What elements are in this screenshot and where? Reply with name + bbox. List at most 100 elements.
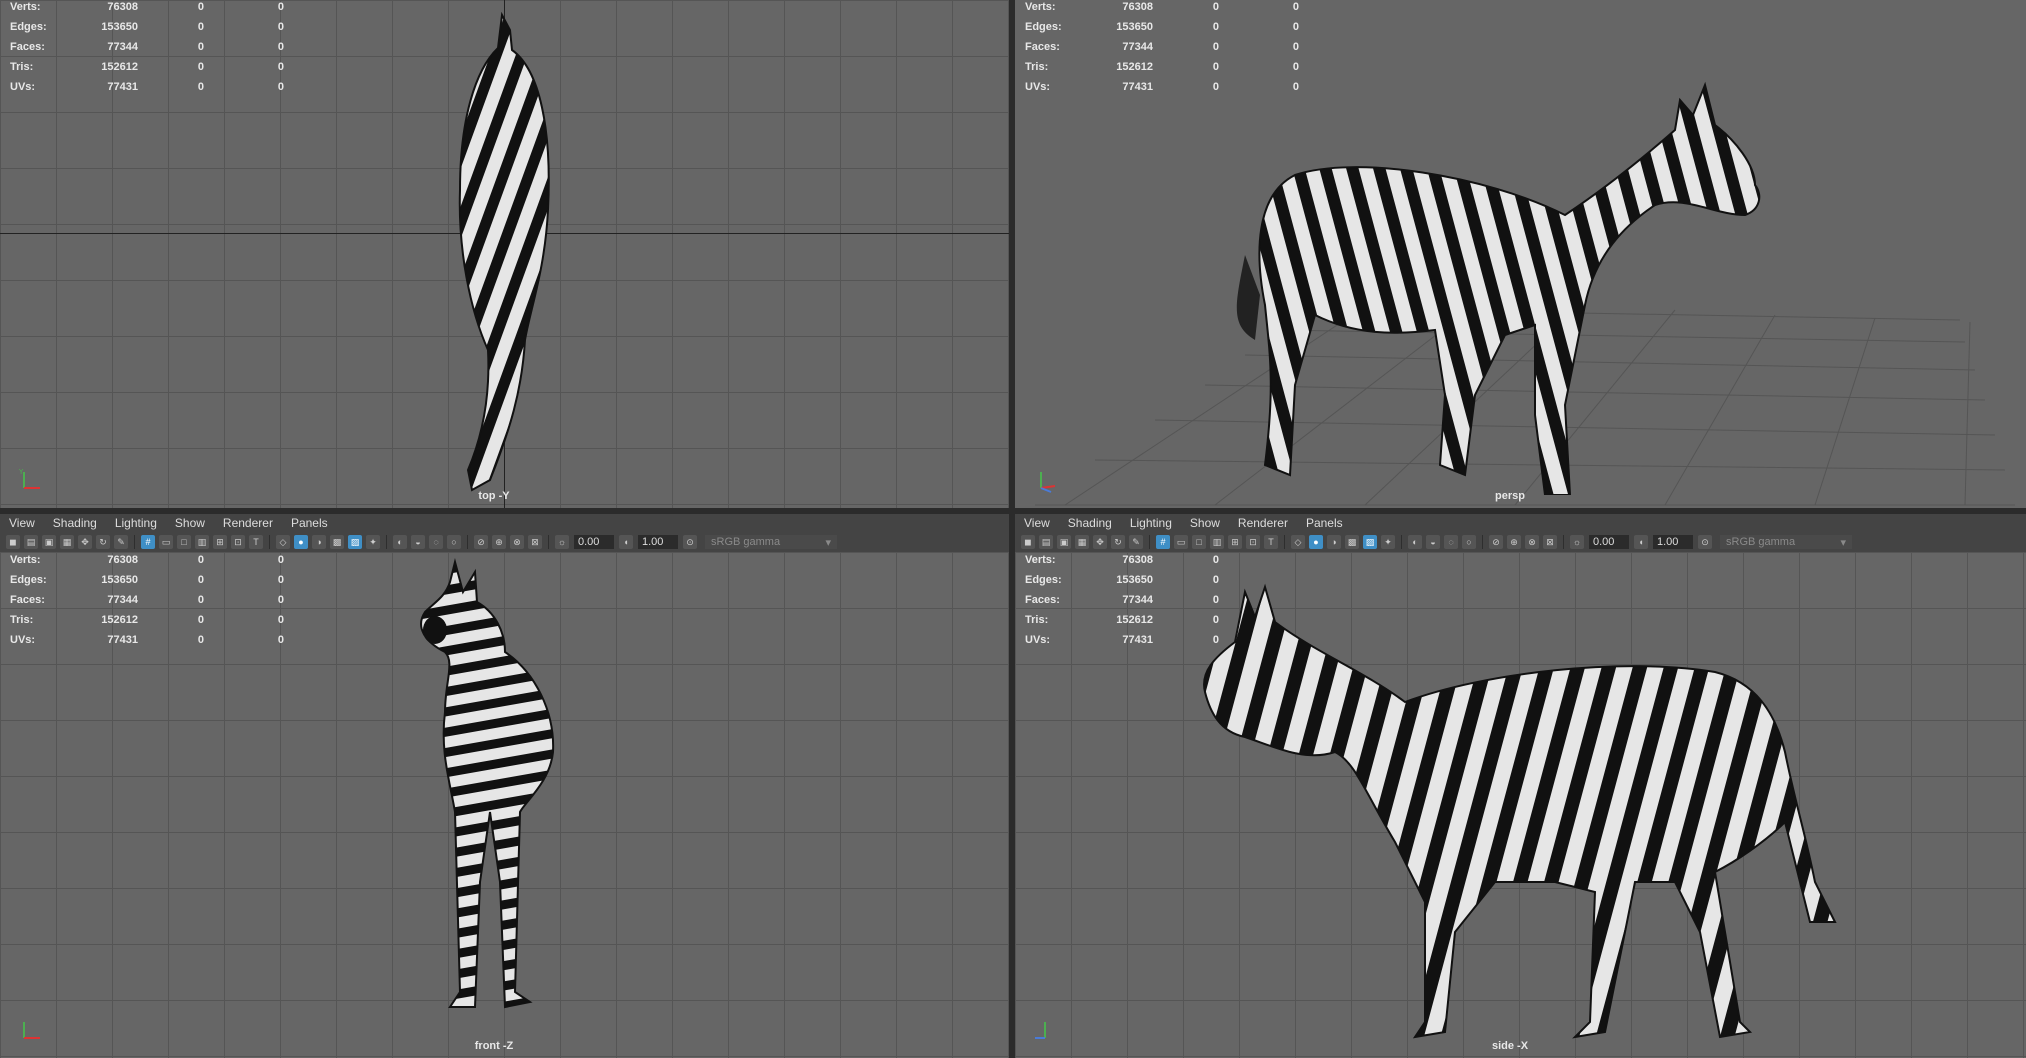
viewport-top[interactable]: Verts: 76308 0 0 Edges: 153650 0 0 Faces: 77344… <box>0 0 1009 508</box>
pan-icon[interactable]: ✥ <box>1093 535 1107 549</box>
hud-value: 0 <box>277 1 284 13</box>
color-management-icon[interactable]: ⊙ <box>683 535 697 549</box>
hud-label: UVs: <box>1025 81 1051 93</box>
wireframe-on-shaded-icon[interactable]: ◑ <box>1327 535 1341 549</box>
menu-shading[interactable]: Shading <box>44 516 106 530</box>
color-space-dropdown[interactable]: sRGB gamma ▾ <box>705 535 837 549</box>
light-icon[interactable]: ✦ <box>366 535 380 549</box>
gate-mask-icon[interactable]: ▥ <box>195 535 209 549</box>
zebra-model-top[interactable] <box>430 10 580 500</box>
hud-value: 77344 <box>1122 594 1153 606</box>
menu-lighting[interactable]: Lighting <box>106 516 166 530</box>
safe-title-icon[interactable]: T <box>1264 535 1278 549</box>
motion-blur-icon[interactable]: ◌ <box>429 535 443 549</box>
menu-panels[interactable]: Panels <box>1297 516 1352 530</box>
grid-icon[interactable]: # <box>1156 535 1170 549</box>
menu-show[interactable]: Show <box>166 516 214 530</box>
menu-panels[interactable]: Panels <box>282 516 337 530</box>
xray-icon[interactable]: ▨ <box>1363 535 1377 549</box>
pencil-icon[interactable]: ✎ <box>1129 535 1143 549</box>
menu-show[interactable]: Show <box>1181 516 1229 530</box>
hud-value: 77431 <box>107 81 138 93</box>
smooth-shade-icon[interactable]: ● <box>294 535 308 549</box>
exposure-field[interactable]: 0.00 <box>1589 535 1629 549</box>
color-management-icon[interactable]: ⊙ <box>1698 535 1712 549</box>
backface-icon[interactable]: ⊠ <box>1543 535 1557 549</box>
image-plane-icon[interactable]: ▦ <box>60 535 74 549</box>
menu-view[interactable]: View <box>0 516 44 530</box>
backface-icon[interactable]: ⊠ <box>528 535 542 549</box>
gamma-field[interactable]: 1.00 <box>638 535 678 549</box>
xray-joints-icon[interactable]: ⊕ <box>1507 535 1521 549</box>
camera-icon[interactable]: ◼ <box>1021 535 1035 549</box>
camera-attr-icon[interactable]: ▤ <box>1039 535 1053 549</box>
safe-action-icon[interactable]: ⊡ <box>1246 535 1260 549</box>
menu-lighting[interactable]: Lighting <box>1121 516 1181 530</box>
panel-divider-vertical[interactable] <box>1009 0 1015 1058</box>
toolbar-separator <box>134 535 135 549</box>
hud-label: Edges: <box>1025 574 1062 586</box>
xray-joints-icon[interactable]: ⊕ <box>492 535 506 549</box>
xray-components-icon[interactable]: ⊗ <box>510 535 524 549</box>
exposure-icon[interactable]: ☼ <box>1570 535 1584 549</box>
antialias-icon[interactable]: ○ <box>447 535 461 549</box>
isolate-icon[interactable]: ⊘ <box>474 535 488 549</box>
menu-view[interactable]: View <box>1015 516 1059 530</box>
tumble-icon[interactable]: ↻ <box>1111 535 1125 549</box>
shadows-icon[interactable]: ◐ <box>393 535 407 549</box>
hud-value: 0 <box>197 81 204 93</box>
field-chart-icon[interactable]: ⊞ <box>1228 535 1242 549</box>
hud-value: 0 <box>277 81 284 93</box>
light-icon[interactable]: ✦ <box>1381 535 1395 549</box>
isolate-icon[interactable]: ⊘ <box>1489 535 1503 549</box>
gamma-field[interactable]: 1.00 <box>1653 535 1693 549</box>
gamma-icon[interactable]: ◖ <box>1634 535 1648 549</box>
exposure-field[interactable]: 0.00 <box>574 535 614 549</box>
viewport-front[interactable]: View Shading Lighting Show Renderer Pane… <box>0 514 1009 1058</box>
textured-icon[interactable]: ▩ <box>1345 535 1359 549</box>
gamma-icon[interactable]: ◖ <box>619 535 633 549</box>
field-chart-icon[interactable]: ⊞ <box>213 535 227 549</box>
safe-title-icon[interactable]: T <box>249 535 263 549</box>
antialias-icon[interactable]: ○ <box>1462 535 1476 549</box>
axis-gizmo-icon: Y <box>18 468 40 489</box>
panel-divider-horizontal[interactable] <box>0 508 2026 514</box>
grid-icon[interactable]: # <box>141 535 155 549</box>
camera-icon[interactable]: ◼ <box>6 535 20 549</box>
motion-blur-icon[interactable]: ◌ <box>1444 535 1458 549</box>
viewport-side[interactable]: View Shading Lighting Show Renderer Pane… <box>1015 514 2026 1058</box>
safe-action-icon[interactable]: ⊡ <box>231 535 245 549</box>
menu-shading[interactable]: Shading <box>1059 516 1121 530</box>
color-space-label: sRGB gamma <box>1726 536 1796 548</box>
wireframe-on-shaded-icon[interactable]: ◑ <box>312 535 326 549</box>
zebra-model-front[interactable] <box>405 552 595 1032</box>
color-space-dropdown[interactable]: sRGB gamma ▾ <box>1720 535 1852 549</box>
film-gate-icon[interactable]: ▭ <box>1174 535 1188 549</box>
zebra-model-persp[interactable] <box>1235 55 1775 495</box>
menu-renderer[interactable]: Renderer <box>214 516 282 530</box>
wireframe-icon[interactable]: ◇ <box>276 535 290 549</box>
smooth-shade-icon[interactable]: ● <box>1309 535 1323 549</box>
zebra-model-side[interactable] <box>1195 562 1855 1052</box>
camera-attr-icon[interactable]: ▤ <box>24 535 38 549</box>
bookmark-icon[interactable]: ▣ <box>1057 535 1071 549</box>
screen-space-ao-icon[interactable]: ◒ <box>1426 535 1440 549</box>
textured-icon[interactable]: ▩ <box>330 535 344 549</box>
xray-components-icon[interactable]: ⊗ <box>1525 535 1539 549</box>
bookmark-icon[interactable]: ▣ <box>42 535 56 549</box>
screen-space-ao-icon[interactable]: ◒ <box>411 535 425 549</box>
wireframe-icon[interactable]: ◇ <box>1291 535 1305 549</box>
gate-mask-icon[interactable]: ▥ <box>1210 535 1224 549</box>
exposure-icon[interactable]: ☼ <box>555 535 569 549</box>
pencil-icon[interactable]: ✎ <box>114 535 128 549</box>
image-plane-icon[interactable]: ▦ <box>1075 535 1089 549</box>
viewport-persp[interactable]: Verts: 76308 0 0 Edges: 153650 0 0 Faces: 77344… <box>1015 0 2026 508</box>
tumble-icon[interactable]: ↻ <box>96 535 110 549</box>
menu-renderer[interactable]: Renderer <box>1229 516 1297 530</box>
film-gate-icon[interactable]: ▭ <box>159 535 173 549</box>
xray-icon[interactable]: ▨ <box>348 535 362 549</box>
resolution-gate-icon[interactable]: □ <box>1192 535 1206 549</box>
resolution-gate-icon[interactable]: □ <box>177 535 191 549</box>
pan-icon[interactable]: ✥ <box>78 535 92 549</box>
shadows-icon[interactable]: ◐ <box>1408 535 1422 549</box>
